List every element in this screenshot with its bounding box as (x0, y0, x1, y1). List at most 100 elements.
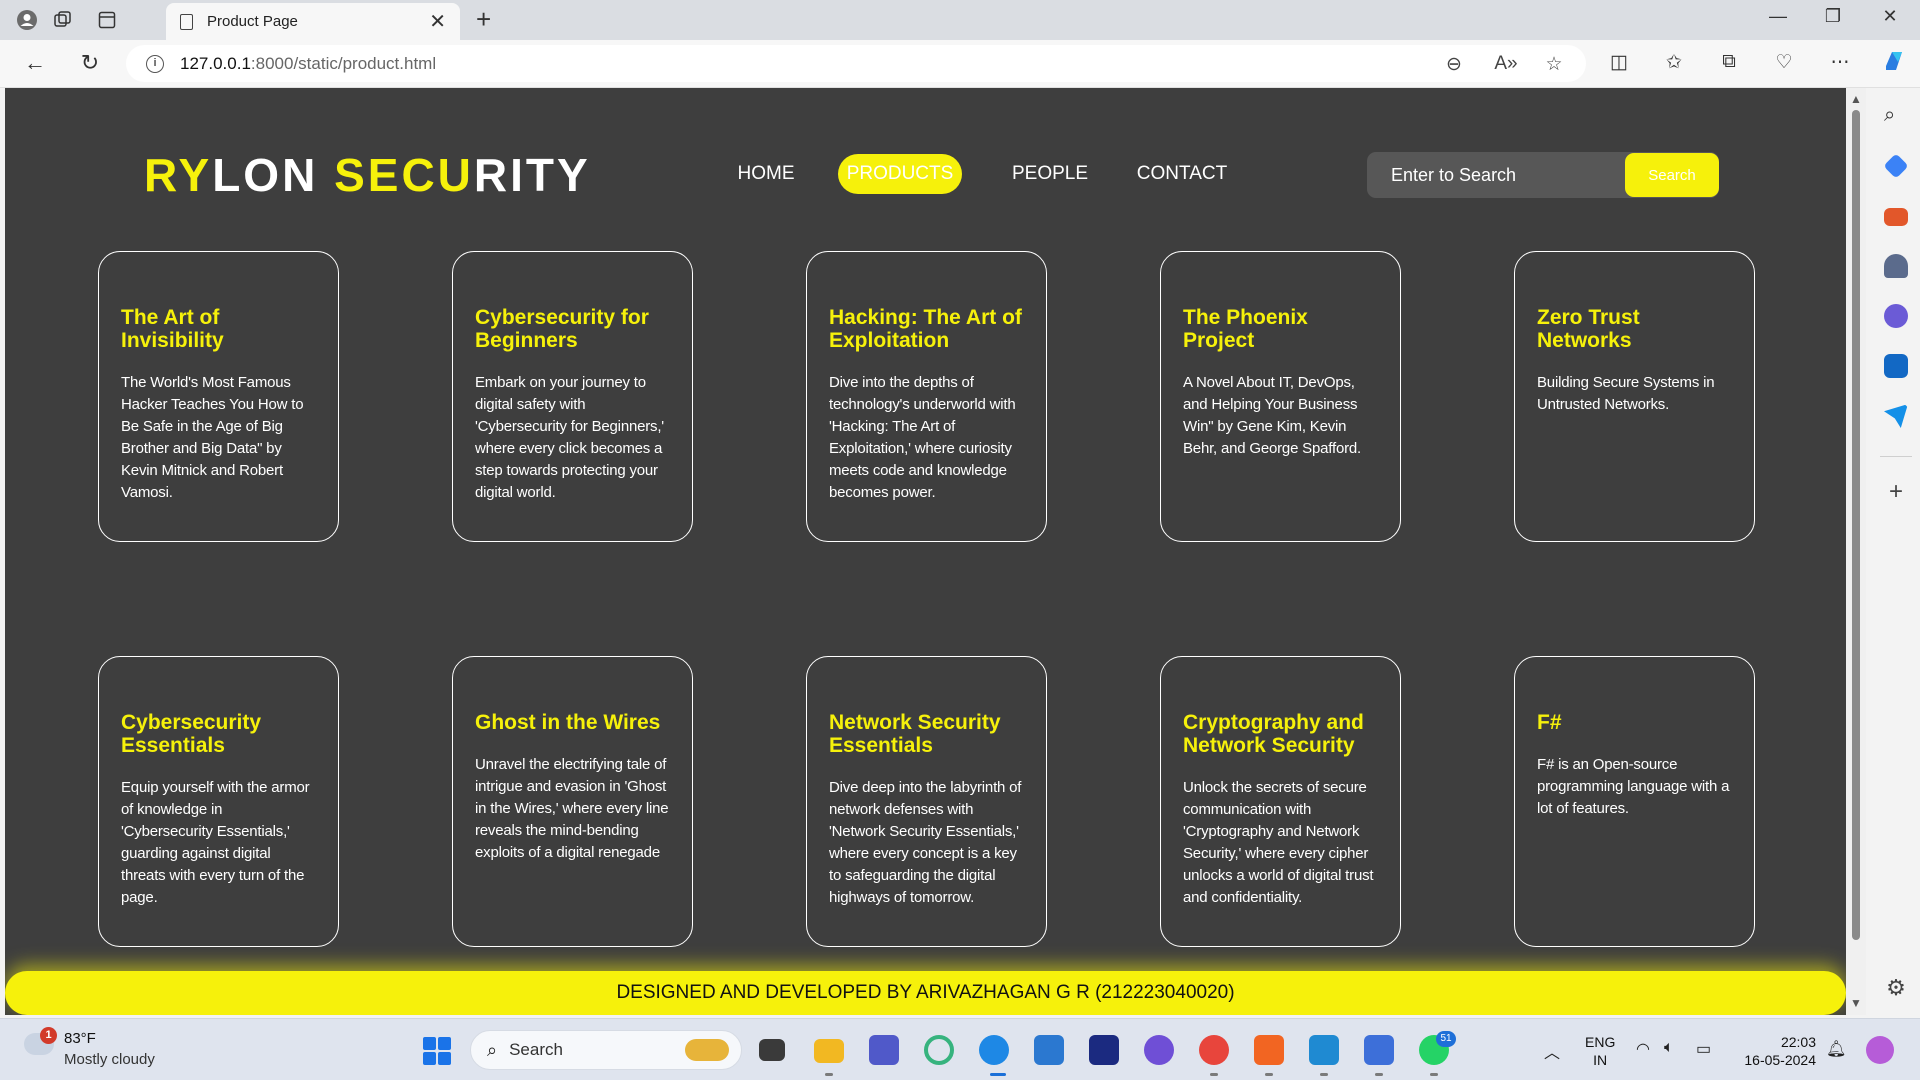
l-app-icon[interactable] (1089, 1035, 1119, 1065)
product-title: Network Security Essentials (829, 711, 1001, 757)
running-indicator (1320, 1073, 1328, 1076)
more-options-icon[interactable]: ⋯ (1826, 51, 1854, 74)
teams-icon[interactable] (869, 1035, 899, 1065)
page-icon (180, 13, 193, 30)
product-card[interactable]: Network Security Essentials Dive deep in… (806, 656, 1047, 947)
language-indicator[interactable]: ENG IN (1585, 1033, 1615, 1069)
collections-icon[interactable]: ⧉ (1715, 51, 1743, 73)
favorite-star-icon[interactable]: ☆ (1540, 53, 1568, 76)
tools-icon[interactable] (1884, 208, 1908, 226)
product-card[interactable]: Zero Trust Networks Building Secure Syst… (1514, 251, 1755, 542)
product-card[interactable]: F# F# is an Open-source programming lang… (1514, 656, 1755, 947)
restore-icon[interactable]: ❐ (1813, 6, 1853, 27)
favorites-icon[interactable]: ✩ (1660, 51, 1688, 74)
lang-bottom: IN (1593, 1052, 1608, 1068)
battery-icon[interactable]: ▭ (1696, 1039, 1711, 1059)
add-icon[interactable]: + (1884, 480, 1908, 504)
address-bar[interactable]: i 127.0.0.1:8000/static/product.html ⊖ A… (126, 45, 1586, 82)
site-info-icon[interactable]: i (146, 54, 164, 73)
games-icon[interactable] (1884, 254, 1908, 278)
refresh-icon[interactable]: ↻ (75, 50, 105, 76)
brand-part: LON (212, 149, 335, 201)
product-card[interactable]: Cybersecurity for Beginners Embark on yo… (452, 251, 693, 542)
weather-temperature[interactable]: 83°F (64, 1030, 96, 1047)
scroll-down-icon[interactable]: ▼ (1850, 996, 1862, 1010)
minimize-icon[interactable]: — (1758, 6, 1798, 27)
shopping-icon[interactable] (1883, 153, 1909, 179)
page-footer: DESIGNED AND DEVELOPED BY ARIVAZHAGAN G … (5, 971, 1846, 1015)
search-icon: ⌕ (487, 1039, 498, 1060)
product-card[interactable]: Cryptography and Network Security Unlock… (1160, 656, 1401, 947)
workspaces-icon[interactable] (48, 6, 78, 34)
close-tab-icon[interactable]: ✕ (429, 9, 446, 34)
fl-studio-icon[interactable] (1254, 1035, 1284, 1065)
chrome-icon[interactable] (1199, 1035, 1229, 1065)
product-card[interactable]: Ghost in the Wires Unravel the electrify… (452, 656, 693, 947)
copilot-icon[interactable] (1880, 48, 1908, 80)
running-indicator (1375, 1073, 1383, 1076)
file-explorer-icon[interactable] (814, 1039, 844, 1063)
brand-part: RITY (473, 149, 591, 201)
wifi-icon[interactable]: ◠ (1636, 1039, 1650, 1059)
store-icon[interactable] (1034, 1035, 1064, 1065)
system-clock[interactable]: 22:03 16-05-2024 (1736, 1033, 1816, 1069)
windows-start-icon[interactable] (423, 1037, 451, 1065)
taskbar-search[interactable]: ⌕ Search (470, 1030, 742, 1070)
split-screen-icon[interactable]: ◫ (1605, 51, 1633, 74)
lang-top: ENG (1585, 1034, 1616, 1050)
edge-sidebar: ⌕ + ⚙ (1872, 88, 1920, 1018)
edge-icon[interactable] (979, 1035, 1009, 1065)
show-hidden-icons[interactable]: ︿ (1544, 1039, 1560, 1063)
page-viewport: RYLON SECURITY HOME PRODUCTS PEOPLE CONT… (5, 88, 1846, 1015)
scroll-up-icon[interactable]: ▲ (1850, 92, 1862, 106)
product-card[interactable]: Hacking: The Art of Exploitation Dive in… (806, 251, 1047, 542)
telegram-icon[interactable] (1884, 404, 1908, 428)
running-indicator (1210, 1073, 1218, 1076)
product-description: Dive deep into the labyrinth of network … (829, 779, 1022, 906)
product-card[interactable]: The Phoenix Project A Novel About IT, De… (1160, 251, 1401, 542)
tab-actions-icon[interactable] (92, 6, 122, 34)
scrollbar-thumb[interactable] (1852, 110, 1860, 940)
tab-product-page[interactable]: Product Page ✕ (166, 3, 460, 40)
close-window-icon[interactable]: ✕ (1870, 6, 1910, 27)
running-indicator (1430, 1073, 1438, 1076)
product-description: Dive into the depths of technology's und… (829, 374, 1016, 501)
refresh-app-icon[interactable] (924, 1035, 954, 1065)
weather-alert-badge: 1 (40, 1027, 57, 1044)
product-description: Equip yourself with the armor of knowled… (121, 779, 310, 906)
notification-bell-icon[interactable]: 🔔︎ (1826, 1039, 1846, 1059)
brand-part: SECU (334, 149, 474, 201)
profile-icon[interactable] (12, 6, 42, 34)
volume-icon[interactable]: 🔈︎ (1664, 1039, 1674, 1057)
search-button[interactable]: Search (1625, 153, 1719, 197)
task-view-icon[interactable] (759, 1039, 785, 1061)
browser-essentials-icon[interactable]: ♡ (1770, 51, 1798, 74)
outlook-icon[interactable] (1884, 354, 1908, 378)
search-icon[interactable]: ⌕ (1884, 104, 1908, 128)
delta-app-icon[interactable] (1144, 1035, 1174, 1065)
clock-time: 22:03 (1780, 1034, 1816, 1050)
weather-condition[interactable]: Mostly cloudy (64, 1051, 155, 1068)
settings-gear-icon[interactable]: ⚙ (1884, 976, 1908, 1000)
zoom-icon[interactable]: ⊖ (1440, 53, 1468, 76)
copilot-taskbar-icon[interactable] (1866, 1036, 1894, 1064)
new-tab-icon[interactable]: + (476, 4, 491, 35)
url-host: 127.0.0.1 (180, 53, 251, 73)
brand-logo-text[interactable]: RYLON SECURITY (144, 148, 591, 202)
product-card[interactable]: Cybersecurity Essentials Equip yourself … (98, 656, 339, 947)
nav-home[interactable]: HOME (727, 154, 805, 194)
nav-contact[interactable]: CONTACT (1129, 154, 1235, 194)
search-input[interactable] (1367, 152, 1621, 198)
product-card[interactable]: The Art of Invisibility The World's Most… (98, 251, 339, 542)
read-aloud-icon[interactable]: A» (1492, 53, 1520, 75)
nav-people[interactable]: PEOPLE (1005, 154, 1095, 194)
tab-title: Product Page (207, 13, 298, 30)
product-title: Ghost in the Wires (475, 711, 661, 734)
back-icon[interactable]: ← (20, 50, 50, 76)
copilot-apps-icon[interactable] (1884, 304, 1908, 328)
notepad-icon[interactable] (1364, 1035, 1394, 1065)
nav-products[interactable]: PRODUCTS (838, 154, 962, 194)
vscode-icon[interactable] (1309, 1035, 1339, 1065)
product-description: The World's Most Famous Hacker Teaches Y… (121, 374, 304, 501)
page-scrollbar[interactable]: ▲ ▼ (1846, 88, 1866, 1015)
